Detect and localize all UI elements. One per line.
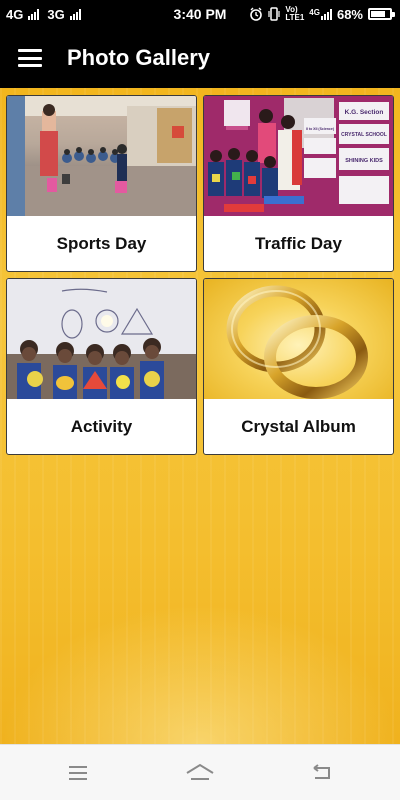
- volte-indicator: Vo) LTE1: [285, 6, 304, 22]
- gallery-item-label: Sports Day: [56, 233, 147, 253]
- vibrate-icon: [268, 7, 280, 21]
- network-3-indicator: 4G: [309, 7, 332, 20]
- gallery-item-sports-day[interactable]: Sports Day: [6, 95, 197, 272]
- students-with-traffic-signs-photo: K.G. Section CRYSTAL SCHOOL II to XII (S…: [204, 96, 393, 216]
- classroom-activity-photo: [7, 96, 196, 216]
- gallery-item-label: Crystal Album: [241, 416, 356, 436]
- sports-day-thumbnail: [7, 96, 196, 216]
- app-bar: Photo Gallery: [0, 30, 400, 88]
- crystal-album-thumbnail: [226, 285, 368, 399]
- lte-label: LTE1: [285, 13, 305, 22]
- gallery-grid[interactable]: Sports Day K.G. Section CRYSTAL SCHOOL I: [0, 88, 400, 744]
- hamburger-menu-icon[interactable]: [18, 47, 42, 69]
- back-icon[interactable]: [302, 759, 342, 787]
- sign-text-3: II to XII (Science): [306, 127, 334, 131]
- page-title: Photo Gallery: [67, 45, 211, 70]
- sign-text-4: SHINING KIDS: [345, 158, 383, 164]
- network-3-label: 4G: [309, 7, 320, 17]
- gallery-item-label: Traffic Day: [255, 233, 342, 253]
- system-nav-bar: [0, 744, 400, 800]
- sign-text-1: K.G. Section: [345, 109, 384, 116]
- battery-fill: [371, 11, 385, 17]
- battery-percent: 68%: [336, 6, 363, 22]
- gallery-item-activity[interactable]: Activity: [6, 278, 197, 455]
- recent-apps-icon[interactable]: [58, 759, 98, 787]
- alarm-icon: [250, 7, 263, 21]
- battery-icon: [368, 8, 395, 20]
- gallery-item-traffic-day[interactable]: K.G. Section CRYSTAL SCHOOL II to XII (S…: [203, 95, 394, 272]
- gallery-item-crystal-album[interactable]: Crystal Album: [203, 278, 394, 455]
- background-shine: [0, 604, 400, 744]
- traffic-day-thumbnail: K.G. Section CRYSTAL SCHOOL II to XII (S…: [204, 96, 393, 216]
- gold-rings-photo: [204, 279, 393, 399]
- signal-3-icon: [320, 8, 332, 20]
- activity-thumbnail: [7, 279, 196, 399]
- students-with-shape-crafts-photo: [7, 279, 196, 399]
- gallery-item-label: Activity: [70, 416, 133, 436]
- system-indicators: Vo) LTE1 4G 68%: [249, 6, 395, 22]
- sign-text-2: CRYSTAL SCHOOL: [341, 132, 387, 138]
- home-icon[interactable]: [180, 759, 220, 787]
- status-bar: 4G 3G 3:40 PM Vo) LTE1 4G 68%: [0, 0, 400, 30]
